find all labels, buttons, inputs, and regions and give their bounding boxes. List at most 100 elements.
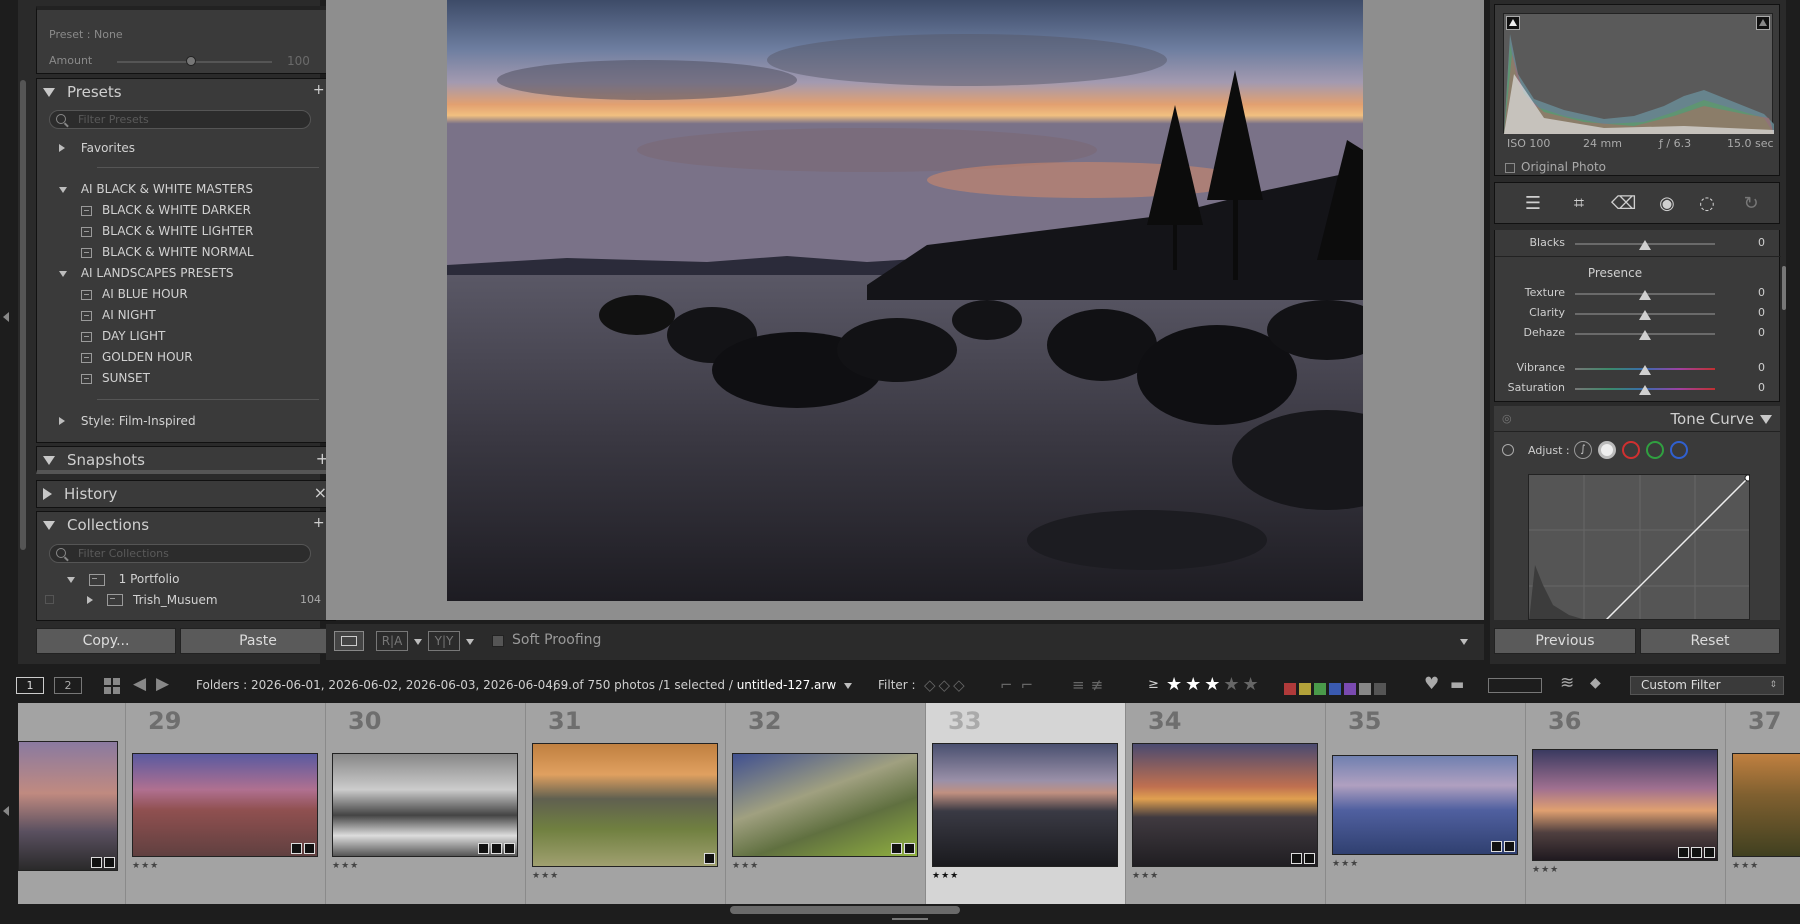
folders-path[interactable]: Folders : 2026-06-01, 2026-06-02, 2026-0… <box>196 678 572 692</box>
preset-group-favorites[interactable]: Favorites <box>59 141 135 155</box>
point-curve-red-icon[interactable] <box>1622 441 1640 459</box>
point-curve-blue-icon[interactable] <box>1670 441 1688 459</box>
bottom-panel-toggle-icon[interactable] <box>892 918 928 920</box>
loupe-view-button[interactable] <box>334 631 364 651</box>
left-panel-scrollbar[interactable] <box>20 80 26 550</box>
thumbnail[interactable] <box>332 753 518 857</box>
rating-operator[interactable]: ≥ <box>1148 677 1159 692</box>
edited-filter-icons[interactable]: ≡≢ <box>1072 676 1109 694</box>
color-label-filter[interactable] <box>1284 680 1389 699</box>
purple-label-chip[interactable] <box>1344 683 1356 695</box>
preset-item[interactable]: SUNSET <box>81 371 150 385</box>
vibrance-slider-knob[interactable] <box>1639 365 1651 375</box>
filmstrip-cell[interactable]: 36 ★★★ <box>1526 703 1726 904</box>
current-filename[interactable]: untitled-127.arw <box>737 678 836 692</box>
snapshots-header[interactable]: Snapshots + <box>43 447 331 473</box>
copy-button[interactable]: Copy... <box>36 628 176 654</box>
thumbnail[interactable] <box>1332 755 1518 855</box>
left-panel-toggle-icon[interactable] <box>3 312 9 322</box>
filmstrip-cell-selected[interactable]: 33 ★★★ <box>926 703 1126 904</box>
tone-curve-header[interactable]: ◎ Tone Curve <box>1494 406 1780 432</box>
thumbnail[interactable] <box>18 741 118 871</box>
red-label-chip[interactable] <box>1284 683 1296 695</box>
clarity-slider-knob[interactable] <box>1639 310 1651 320</box>
thumbnail[interactable] <box>932 743 1118 867</box>
preset-item[interactable]: GOLDEN HOUR <box>81 350 193 364</box>
preset-item[interactable]: BLACK & WHITE NORMAL <box>81 245 254 259</box>
thumbnail[interactable] <box>132 753 318 857</box>
filmstrip-cell[interactable]: 34 ★★★ <box>1126 703 1326 904</box>
amount-slider-knob[interactable] <box>186 56 196 66</box>
before-after-split-button[interactable]: Y|Y <box>428 631 460 651</box>
before-after-button[interactable]: R|A <box>376 631 408 651</box>
preset-item[interactable]: DAY LIGHT <box>81 329 165 343</box>
texture-slider-knob[interactable] <box>1639 290 1651 300</box>
presets-header[interactable]: Presets +. <box>43 79 331 105</box>
chevron-down-icon[interactable] <box>466 639 474 645</box>
thumbnail[interactable] <box>1732 753 1800 857</box>
point-curve-white-icon[interactable] <box>1598 441 1616 459</box>
shadow-clipping-icon[interactable] <box>1506 16 1520 30</box>
secondary-window-button[interactable]: 2 <box>54 677 82 694</box>
history-header[interactable]: History × <box>43 481 331 507</box>
presets-cycle-icon[interactable]: ↻ <box>1739 192 1763 216</box>
filmstrip-cell[interactable]: 30 ★★★ <box>326 703 526 904</box>
preset-group-landscapes[interactable]: AI LANDSCAPES PRESETS <box>59 266 234 280</box>
comment-icon[interactable]: ▬ <box>1450 675 1464 693</box>
collections-header[interactable]: Collections +. <box>43 512 331 538</box>
soft-proofing-checkbox[interactable] <box>492 635 504 647</box>
filmstrip-scrollbar[interactable] <box>730 906 960 914</box>
rating-filter-stars[interactable]: ★★★★★ <box>1166 674 1262 695</box>
tone-curve-graph[interactable] <box>1528 474 1750 620</box>
heart-icon[interactable]: ♥ <box>1424 674 1439 694</box>
paste-button[interactable]: Paste <box>180 628 336 654</box>
red-eye-icon[interactable]: ◉ <box>1655 192 1679 216</box>
thumbnail[interactable] <box>732 753 918 857</box>
previous-button[interactable]: Previous <box>1494 628 1636 654</box>
clear-history-button[interactable]: × <box>314 483 327 502</box>
thumbnail[interactable] <box>1132 743 1318 867</box>
filmstrip-cell[interactable]: 35 ★★★ <box>1326 703 1526 904</box>
preset-group-bw-masters[interactable]: AI BLACK & WHITE MASTERS <box>59 182 253 196</box>
grid-view-icon[interactable] <box>104 678 120 694</box>
filmstrip-left-toggle-icon[interactable] <box>3 806 9 816</box>
main-window-button[interactable]: 1 <box>16 677 44 694</box>
custom-label-chip[interactable] <box>1359 683 1371 695</box>
main-photo[interactable] <box>447 0 1363 601</box>
filmstrip-cell[interactable]: 29 ★★★ <box>126 703 326 904</box>
chevron-down-icon[interactable] <box>843 683 852 689</box>
filmstrip-cell[interactable] <box>18 703 126 904</box>
dehaze-slider-knob[interactable] <box>1639 330 1651 340</box>
filmstrip-cell[interactable]: 32 ★★★ <box>726 703 926 904</box>
filter-lock-icon[interactable]: ◆ <box>1590 675 1601 691</box>
custom-filter-select[interactable]: Custom Filter ⇕ <box>1630 676 1784 695</box>
preset-item[interactable]: AI BLUE HOUR <box>81 287 188 301</box>
panel-visibility-icon[interactable]: ◎ <box>1502 412 1512 425</box>
yellow-label-chip[interactable] <box>1299 683 1311 695</box>
original-photo-checkbox[interactable] <box>1505 163 1515 173</box>
thumbnail[interactable] <box>1532 749 1718 861</box>
collection-set-portfolio[interactable]: 1 Portfolio <box>67 572 179 586</box>
checkbox[interactable] <box>45 595 54 604</box>
back-arrow-icon[interactable]: ◀ <box>133 674 146 694</box>
preset-group-film[interactable]: Style: Film-Inspired <box>59 414 196 428</box>
toolbar-menu-icon[interactable] <box>1460 639 1468 645</box>
preset-item[interactable]: AI NIGHT <box>81 308 156 322</box>
green-label-chip[interactable] <box>1314 683 1326 695</box>
kind-filter-icons[interactable] <box>1488 678 1542 693</box>
reset-button[interactable]: Reset <box>1640 628 1780 654</box>
blue-label-chip[interactable] <box>1329 683 1341 695</box>
no-label-chip[interactable] <box>1374 683 1386 695</box>
preset-item[interactable]: BLACK & WHITE LIGHTER <box>81 224 253 238</box>
point-curve-green-icon[interactable] <box>1646 441 1664 459</box>
parametric-curve-icon[interactable]: ∫ <box>1574 441 1592 459</box>
right-panel-scrollbar[interactable] <box>1782 266 1786 310</box>
blacks-slider-knob[interactable] <box>1639 240 1651 250</box>
chevron-down-icon[interactable] <box>414 639 422 645</box>
saturation-slider-knob[interactable] <box>1639 385 1651 395</box>
forward-arrow-icon[interactable]: ▶ <box>156 674 169 694</box>
flag-filter-icons[interactable]: ◇◇◇ <box>924 676 968 694</box>
thumbnail[interactable] <box>532 743 718 867</box>
filmstrip-cell[interactable]: 31 ★★★ <box>526 703 726 904</box>
filter-presets-input[interactable]: Filter Presets <box>49 110 311 129</box>
